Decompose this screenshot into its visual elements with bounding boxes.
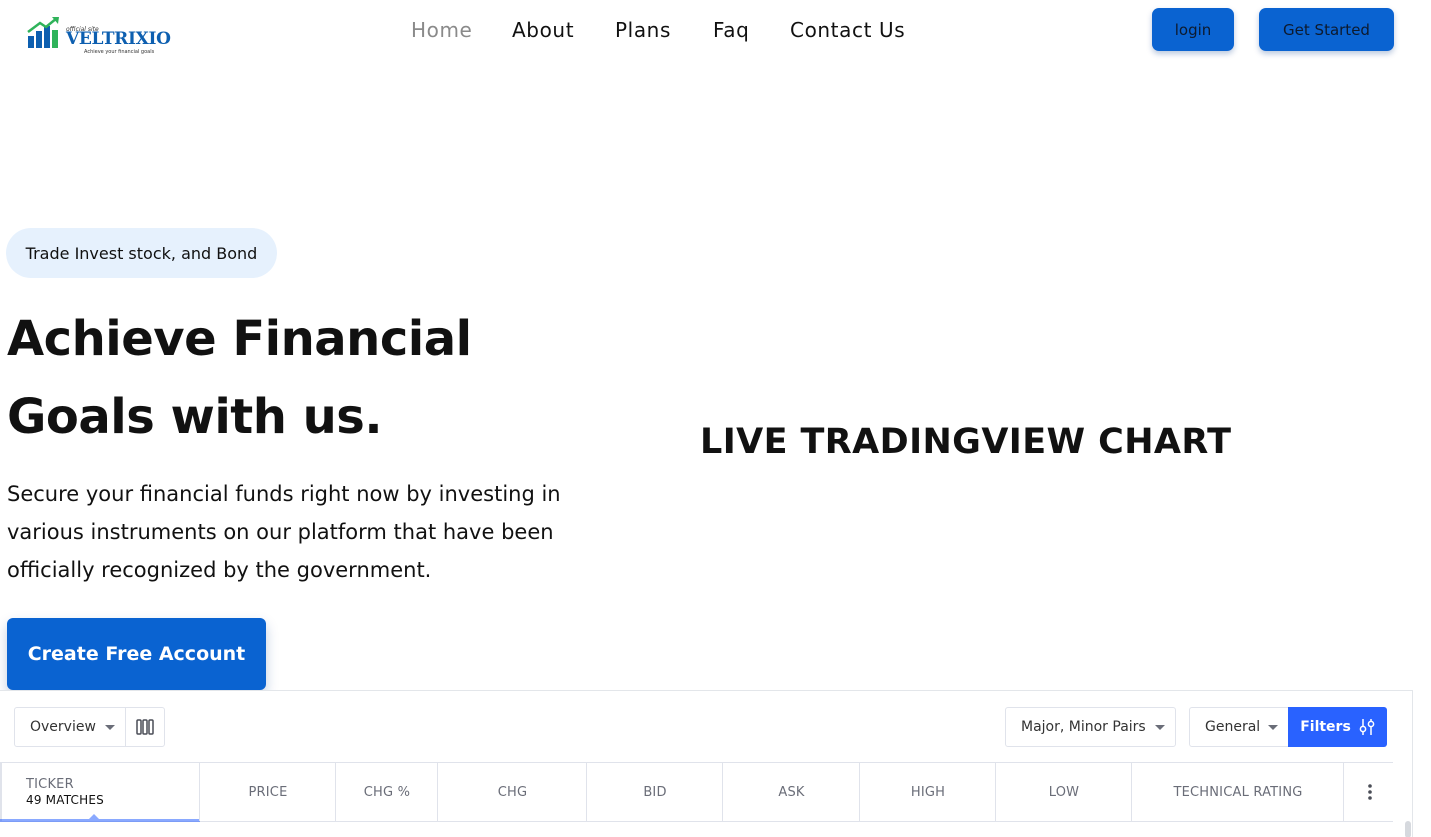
chevron-down-icon: [1155, 725, 1165, 730]
market-screener-widget: Overview Major, Minor Pairs General Filt…: [0, 690, 1413, 837]
scrollbar-thumb[interactable]: [1405, 821, 1411, 837]
hero-pill-badge: Trade Invest stock, and Bond: [6, 228, 277, 278]
sliders-icon: [1359, 719, 1375, 735]
column-low[interactable]: LOW: [995, 763, 1132, 821]
chevron-down-icon: [1268, 725, 1278, 730]
create-free-account-button[interactable]: Create Free Account: [7, 618, 266, 690]
screener-table-header: TICKER 49 MATCHES PRICE CHG % CHG BID AS…: [0, 762, 1393, 822]
market-select[interactable]: Major, Minor Pairs: [1005, 707, 1176, 747]
nav-plans[interactable]: Plans: [615, 18, 671, 42]
active-column-underline: [0, 819, 200, 822]
column-high[interactable]: HIGH: [859, 763, 996, 821]
hero-title-line-1: Achieve Financial: [7, 311, 472, 367]
hero-description-line-1: Secure your financial funds right now by…: [7, 482, 561, 506]
logo-tagline: Achieve your financial goals: [84, 49, 155, 55]
view-select[interactable]: Overview: [14, 707, 126, 747]
hero-description: Secure your financial funds right now by…: [7, 475, 607, 589]
column-chg[interactable]: CHG: [437, 763, 587, 821]
category-select-value: General: [1205, 719, 1261, 735]
nav-about[interactable]: About: [512, 18, 574, 42]
login-button[interactable]: login: [1152, 8, 1234, 51]
view-select-value: Overview: [30, 719, 96, 735]
column-menu-button[interactable]: [1343, 763, 1395, 821]
column-technical-rating[interactable]: TECHNICAL RATING: [1131, 763, 1344, 821]
column-bid[interactable]: BID: [586, 763, 723, 821]
column-price[interactable]: PRICE: [199, 763, 336, 821]
live-chart-heading: LIVE TRADINGVIEW CHART: [700, 422, 1232, 462]
columns-toggle-button[interactable]: [125, 707, 165, 747]
column-ticker[interactable]: TICKER 49 MATCHES: [0, 763, 200, 822]
hero-title-line-2: Goals with us.: [7, 389, 383, 445]
filters-button[interactable]: Filters: [1288, 707, 1387, 747]
columns-icon: [136, 719, 154, 735]
chevron-down-icon: [105, 725, 115, 730]
nav-contact-us[interactable]: Contact Us: [790, 18, 905, 42]
column-ticker-label: TICKER: [26, 777, 74, 792]
market-select-value: Major, Minor Pairs: [1021, 719, 1146, 735]
category-select[interactable]: General: [1189, 707, 1289, 747]
filters-label: Filters: [1300, 719, 1351, 735]
hero-description-line-3: officially recognized by the government.: [7, 558, 432, 582]
hero-description-line-2: various instruments on our platform that…: [7, 520, 554, 544]
column-chg-percent[interactable]: CHG %: [335, 763, 438, 821]
get-started-button[interactable]: Get Started: [1259, 8, 1394, 51]
hero-title: Achieve Financial Goals with us.: [7, 300, 567, 456]
matches-count: 49 MATCHES: [26, 793, 104, 807]
more-vertical-icon: [1367, 784, 1372, 800]
nav-faq[interactable]: Faq: [713, 18, 749, 42]
nav-home[interactable]: Home: [411, 18, 472, 42]
column-ask[interactable]: ASK: [722, 763, 860, 821]
